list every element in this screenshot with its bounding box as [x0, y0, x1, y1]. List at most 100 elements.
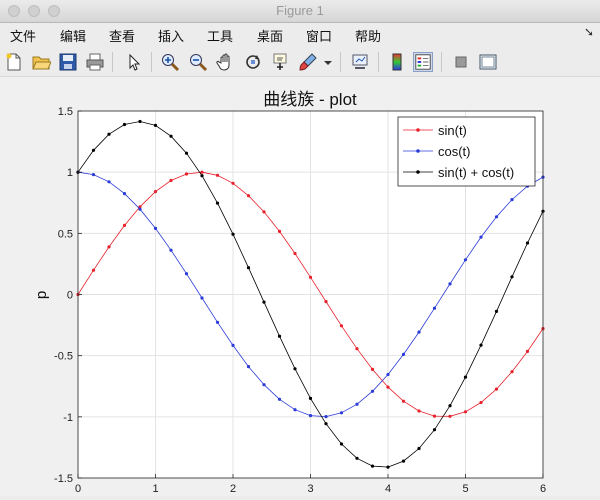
- data-point: [355, 456, 359, 460]
- data-point: [200, 170, 204, 174]
- window-title: Figure 1: [276, 3, 324, 18]
- y-tick-label: 1.5: [58, 106, 73, 118]
- brush-dropdown-icon[interactable]: [322, 52, 334, 72]
- data-point: [293, 367, 297, 371]
- y-tick-label: 0: [67, 290, 73, 302]
- x-tick-label: 0: [75, 483, 81, 495]
- menu-view[interactable]: 查看: [109, 26, 135, 45]
- y-tick-label: -0.5: [54, 351, 73, 363]
- data-point: [231, 232, 235, 236]
- rotate-3d-icon[interactable]: [243, 52, 263, 72]
- data-point: [494, 387, 499, 391]
- data-point: [386, 465, 390, 469]
- data-point: [448, 414, 452, 418]
- hide-tools-icon[interactable]: [451, 52, 471, 72]
- link-plot-icon[interactable]: [350, 52, 370, 72]
- data-point: [91, 148, 96, 152]
- colorbar-icon[interactable]: [387, 52, 407, 72]
- data-point: [215, 320, 220, 324]
- legend-swatch-marker: [416, 128, 420, 132]
- data-point: [122, 192, 127, 196]
- data-cursor-icon[interactable]: [270, 52, 290, 72]
- data-point: [246, 365, 251, 369]
- data-point: [277, 229, 282, 233]
- data-point: [107, 245, 111, 249]
- data-point: [479, 343, 483, 347]
- x-tick-label: 3: [307, 483, 313, 495]
- menu-window[interactable]: 窗口: [306, 26, 332, 45]
- data-point: [246, 266, 251, 270]
- data-point: [463, 258, 468, 262]
- figure-canvas: 0 1 2 3 4 5 6 -1.5 -1 -0.5 0 0.5 1 1.5 曲线族 - plot p s…: [0, 77, 600, 496]
- menu-edit[interactable]: 编辑: [60, 26, 86, 45]
- data-point: [277, 334, 282, 338]
- data-point: [510, 198, 514, 202]
- pan-hand-icon[interactable]: [216, 52, 236, 72]
- menu-tools[interactable]: 工具: [207, 26, 233, 45]
- zoom-out-icon[interactable]: [188, 52, 208, 72]
- data-point: [494, 309, 499, 313]
- data-point: [308, 275, 313, 279]
- data-point: [293, 251, 297, 256]
- brush-icon[interactable]: [298, 52, 318, 72]
- show-tools-icon[interactable]: [478, 52, 498, 72]
- data-point: [417, 330, 421, 334]
- data-point: [432, 306, 437, 310]
- data-point: [386, 372, 390, 377]
- y-tick-label: -1.5: [54, 473, 73, 485]
- data-point: [293, 408, 297, 412]
- menu-desktop[interactable]: 桌面: [257, 26, 283, 45]
- data-point: [231, 181, 235, 185]
- data-point: [355, 347, 359, 351]
- data-point: [277, 397, 282, 401]
- y-tick-label: 1: [67, 167, 73, 179]
- line-plot[interactable]: 0 1 2 3 4 5 6 -1.5 -1 -0.5 0 0.5 1 1.5 曲线族 - plot p s…: [0, 77, 600, 496]
- data-point: [169, 248, 173, 252]
- data-point: [401, 352, 406, 356]
- data-point: [448, 404, 452, 408]
- data-point: [463, 410, 468, 414]
- data-point: [153, 190, 158, 194]
- new-figure-icon[interactable]: [4, 52, 24, 72]
- data-point: [339, 324, 344, 328]
- print-icon[interactable]: [85, 52, 105, 72]
- data-point: [525, 349, 530, 353]
- data-point: [107, 132, 111, 136]
- data-point: [246, 194, 251, 198]
- legend-label: sin(t) + cos(t): [438, 165, 514, 180]
- data-point: [525, 241, 530, 245]
- legend-label: sin(t): [438, 123, 467, 138]
- y-tick-label: 0.5: [58, 228, 73, 240]
- toolbar-separator: [441, 52, 442, 72]
- data-point: [200, 296, 204, 300]
- legend-swatch-marker: [416, 170, 420, 174]
- data-point: [479, 235, 483, 239]
- data-point: [448, 282, 452, 286]
- dock-arrow-icon[interactable]: ➘: [584, 25, 594, 39]
- data-point: [386, 385, 390, 389]
- menu-insert[interactable]: 插入: [158, 26, 184, 45]
- select-arrow-icon[interactable]: [124, 52, 144, 72]
- legend-icon[interactable]: [413, 52, 433, 72]
- data-point: [184, 172, 189, 176]
- data-point: [107, 180, 111, 184]
- data-point: [510, 370, 514, 374]
- legend-swatch-marker: [416, 149, 420, 153]
- legend[interactable]: sin(t) cos(t) sin(t) + cos(t): [397, 116, 536, 187]
- zoom-in-icon[interactable]: [160, 52, 180, 72]
- save-icon[interactable]: [58, 52, 78, 72]
- data-point: [479, 400, 483, 405]
- menu-help[interactable]: 帮助: [355, 26, 381, 45]
- data-point: [463, 375, 468, 379]
- data-point: [231, 343, 235, 347]
- x-tick-label: 6: [540, 483, 546, 495]
- data-point: [138, 207, 142, 211]
- toolbar-separator: [340, 52, 341, 72]
- menu-file[interactable]: 文件: [10, 26, 36, 45]
- data-point: [401, 399, 406, 403]
- open-file-icon[interactable]: [31, 52, 51, 72]
- data-point: [339, 442, 344, 446]
- data-point: [262, 300, 266, 304]
- data-point: [370, 464, 375, 468]
- data-point: [324, 415, 328, 419]
